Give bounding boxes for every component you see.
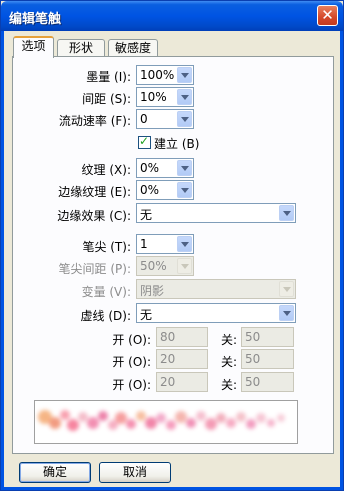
build-up-checkbox[interactable] (138, 134, 151, 149)
ink-value: 100% (140, 68, 175, 82)
dialog-title: 编辑笔触 (9, 12, 62, 27)
chevron-down-icon[interactable] (177, 111, 192, 127)
dash-on-field-2: 20 (156, 349, 208, 369)
dash-off-field-1: 50 (241, 327, 294, 347)
build-up-label[interactable]: 建立 (B) (154, 135, 199, 152)
tab-sensitivity[interactable]: 敏感度 (108, 39, 158, 57)
tab-shape[interactable]: 形状 (57, 39, 105, 57)
edge-texture-label: 边缘纹理 (E): (58, 185, 131, 199)
ok-button[interactable]: 确定 (19, 462, 91, 483)
dash-on-value-2: 20 (160, 352, 176, 366)
tip-spacing-value: 50% (140, 259, 167, 273)
dash-on-label-1: 开 (O): (112, 333, 151, 347)
stroke-preview-image (38, 410, 285, 431)
variation-label: 变量 (V): (81, 285, 131, 299)
tips-combo[interactable]: 1 (136, 234, 194, 254)
dash-off-value-3: 50 (245, 375, 261, 389)
edge-texture-combo[interactable]: 0% (136, 180, 194, 200)
dash-off-label-1: 关: (221, 333, 238, 347)
dash-off-value-2: 50 (245, 352, 261, 366)
flow-rate-combo[interactable]: 0 (136, 109, 194, 129)
edge-effect-label: 边缘效果 (C): (57, 209, 131, 223)
texture-value: 0% (140, 161, 160, 175)
dash-on-label-2: 开 (O): (112, 355, 151, 369)
dash-on-field-3: 20 (156, 372, 208, 392)
cancel-button[interactable]: 取消 (99, 462, 171, 483)
edge-effect-value: 无 (140, 208, 153, 222)
dash-off-value-1: 50 (245, 330, 261, 344)
tip-spacing-label: 笔尖间距 (P): (58, 262, 131, 276)
dash-off-label-2: 关: (221, 355, 238, 369)
tips-label: 笔尖 (T): (82, 240, 131, 254)
spacing-label: 间距 (S): (82, 92, 131, 106)
chevron-down-icon[interactable] (279, 205, 294, 221)
window-frame-left (1, 31, 4, 490)
dash-off-field-2: 50 (241, 349, 294, 369)
close-icon[interactable]: ✕ (317, 5, 338, 26)
spacing-combo[interactable]: 10% (136, 87, 194, 107)
dash-label: 虚线 (D): (80, 309, 131, 323)
dash-on-value-1: 80 (160, 330, 176, 344)
edit-stroke-dialog: 编辑笔触 ✕ 选项 形状 敏感度 墨量 (I): 100% 间距 (S): 10… (0, 0, 344, 491)
edge-effect-select[interactable]: 无 (136, 203, 296, 223)
dash-on-field-1: 80 (156, 327, 208, 347)
window-frame-right (340, 31, 343, 490)
variation-select: 阴影 (136, 279, 296, 299)
chevron-down-icon (177, 258, 192, 274)
chevron-down-icon[interactable] (279, 305, 294, 321)
chevron-down-icon[interactable] (177, 160, 192, 176)
dash-select[interactable]: 无 (136, 303, 296, 323)
chevron-down-icon[interactable] (177, 67, 192, 83)
window-frame-bottom (1, 487, 343, 490)
flow-rate-label: 流动速率 (F): (58, 114, 131, 128)
dash-off-label-3: 关: (221, 378, 238, 392)
tab-options[interactable]: 选项 (13, 36, 54, 58)
variation-value: 阴影 (140, 284, 165, 298)
dash-on-label-3: 开 (O): (112, 378, 151, 392)
dash-value: 无 (140, 308, 153, 322)
tip-spacing-combo: 50% (136, 256, 194, 276)
ink-combo[interactable]: 100% (136, 65, 194, 85)
flow-rate-value: 0 (140, 112, 148, 126)
ink-label: 墨量 (I): (86, 70, 131, 84)
chevron-down-icon[interactable] (177, 236, 192, 252)
dash-on-value-3: 20 (160, 375, 176, 389)
chevron-down-icon[interactable] (177, 89, 192, 105)
stroke-preview (34, 400, 298, 444)
texture-combo[interactable]: 0% (136, 158, 194, 178)
dash-off-field-3: 50 (241, 372, 294, 392)
chevron-down-icon (279, 281, 294, 297)
edge-texture-value: 0% (140, 183, 160, 197)
spacing-value: 10% (140, 90, 167, 104)
texture-label: 纹理 (X): (81, 163, 131, 177)
title-bar[interactable]: 编辑笔触 ✕ (1, 1, 343, 31)
chevron-down-icon[interactable] (177, 182, 192, 198)
tips-value: 1 (140, 237, 148, 251)
